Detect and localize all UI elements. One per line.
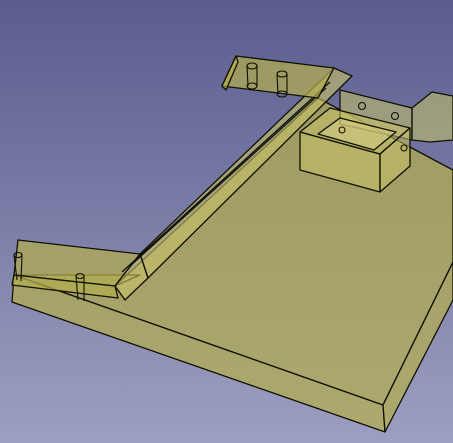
3d-scene[interactable] <box>0 0 453 443</box>
3d-viewport[interactable] <box>0 0 453 443</box>
